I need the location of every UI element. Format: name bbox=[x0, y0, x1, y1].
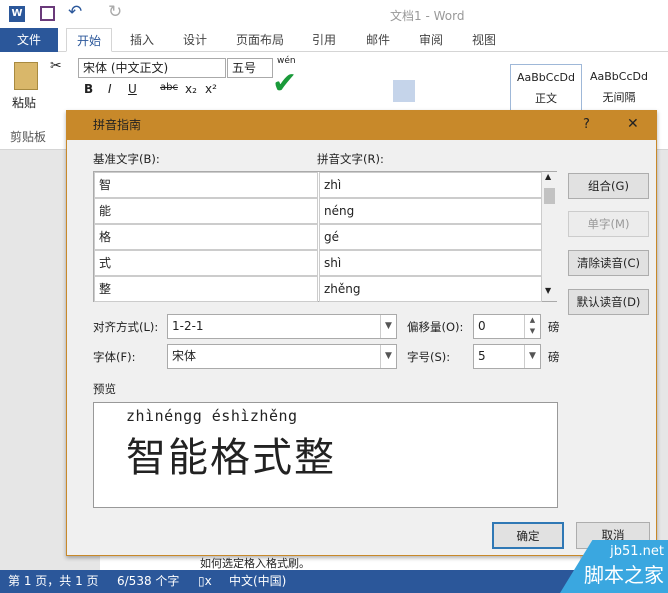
alignment-label: 对齐方式(L): bbox=[93, 320, 159, 334]
strikethrough-button[interactable]: abc bbox=[160, 82, 178, 93]
offset-unit: 磅 bbox=[548, 320, 560, 334]
ruby-cell[interactable]: shì bbox=[319, 250, 542, 276]
alignment-value: 1-2-1 bbox=[172, 319, 204, 333]
ruby-cell[interactable]: néng bbox=[319, 198, 542, 224]
ok-button[interactable]: 确定 bbox=[492, 522, 564, 549]
redo-button[interactable]: ↻ bbox=[108, 2, 122, 22]
group-button[interactable]: 组合(G) bbox=[568, 173, 649, 199]
close-button[interactable]: ✕ bbox=[627, 116, 639, 132]
preview-box: zhìnéngg éshìzhěng 智能格式整 bbox=[93, 402, 558, 508]
base-text-label: 基准文字(B): bbox=[93, 152, 160, 166]
tab-mailings[interactable]: 邮件 bbox=[366, 28, 390, 52]
cut-icon[interactable]: ✂ bbox=[50, 58, 62, 74]
ruby-cell[interactable]: zhì bbox=[319, 172, 542, 198]
ribbon-tabs: 文件 开始 插入 设计 页面布局 引用 邮件 审阅 视图 bbox=[0, 28, 668, 52]
offset-spinner[interactable]: 0 ▲ ▼ bbox=[473, 314, 541, 339]
phonetic-grid: 智 zhì 能 néng 格 gé 式 shì 整 zhěng ▲ ▼ bbox=[93, 171, 557, 302]
default-reading-button[interactable]: 默认读音(D) bbox=[568, 289, 649, 315]
undo-button[interactable]: ↶ bbox=[68, 2, 82, 22]
word-icon: W bbox=[9, 6, 25, 22]
font-size-value: 五号 bbox=[232, 61, 257, 75]
scroll-down-icon[interactable]: ▼ bbox=[545, 286, 551, 295]
grid-scrollbar[interactable]: ▲ ▼ bbox=[542, 172, 557, 301]
alignment-select[interactable]: 1-2-1 ▼ bbox=[167, 314, 397, 339]
bold-button[interactable]: B bbox=[84, 82, 93, 96]
language[interactable]: 中文(中国) bbox=[229, 570, 286, 593]
help-button[interactable]: ? bbox=[583, 117, 590, 132]
base-cell[interactable]: 整 bbox=[94, 276, 318, 302]
size-value: 5 bbox=[478, 349, 486, 363]
tab-design[interactable]: 设计 bbox=[183, 28, 207, 52]
tab-review[interactable]: 审阅 bbox=[419, 28, 443, 52]
ruby-cell[interactable]: zhěng bbox=[319, 276, 542, 302]
chevron-down-icon: ▼ bbox=[380, 315, 396, 338]
proofing-icon[interactable]: ▯x bbox=[198, 570, 212, 593]
style-normal-label: 正文 bbox=[535, 92, 557, 105]
style-no-spacing[interactable]: AaBbCcDd 无间隔 bbox=[584, 64, 654, 114]
mono-button[interactable]: 单字(M) bbox=[568, 211, 649, 237]
tab-layout[interactable]: 页面布局 bbox=[236, 28, 284, 52]
tab-references[interactable]: 引用 bbox=[312, 28, 336, 52]
preview-ruby: zhìnéngg éshìzhěng bbox=[126, 407, 298, 425]
size-unit: 磅 bbox=[548, 350, 560, 364]
style-normal[interactable]: AaBbCcDd 正文 bbox=[510, 64, 582, 114]
font-value: 宋体 bbox=[172, 349, 197, 363]
base-cell[interactable]: 智 bbox=[94, 172, 318, 198]
font-select[interactable]: 宋体 ▼ bbox=[167, 344, 397, 369]
page-count[interactable]: 第 1 页，共 1 页 bbox=[8, 570, 99, 593]
base-cell[interactable]: 格 bbox=[94, 224, 318, 250]
tab-file[interactable]: 文件 bbox=[0, 28, 58, 52]
phonetic-guide-dialog: 拼音指南 ? ✕ 基准文字(B): 拼音文字(R): 智 zhì 能 néng … bbox=[66, 110, 657, 556]
justify-button[interactable] bbox=[393, 80, 415, 102]
title-bar: W ↶ ↻ 文档1 - Word bbox=[0, 0, 668, 28]
preview-text: 智能格式整 bbox=[126, 435, 336, 481]
offset-value: 0 bbox=[478, 319, 486, 333]
size-select[interactable]: 5 ▼ bbox=[473, 344, 541, 369]
style-no-spacing-preview: AaBbCcDd bbox=[590, 70, 648, 83]
save-icon[interactable] bbox=[40, 6, 55, 21]
underline-button[interactable]: U bbox=[128, 82, 137, 96]
font-name-value: 宋体 (中文正文) bbox=[83, 61, 169, 75]
spinner-icon[interactable]: ▲ ▼ bbox=[524, 315, 540, 338]
superscript-button[interactable]: x² bbox=[205, 82, 217, 96]
base-cell[interactable]: 能 bbox=[94, 198, 318, 224]
clear-reading-button[interactable]: 清除读音(C) bbox=[568, 250, 649, 276]
dialog-title: 拼音指南 bbox=[67, 111, 656, 140]
document-text: 如何选定格入格式刷。 bbox=[200, 557, 310, 570]
paste-label[interactable]: 粘贴 bbox=[12, 94, 36, 111]
offset-label: 偏移量(O): bbox=[407, 320, 464, 334]
clipboard-group-label: 剪贴板 bbox=[10, 130, 47, 144]
paste-icon[interactable] bbox=[14, 62, 38, 90]
size-label: 字号(S): bbox=[407, 350, 451, 364]
chevron-down-icon: ▼ bbox=[380, 345, 396, 368]
preview-label: 预览 bbox=[93, 382, 116, 396]
ruby-text-label: 拼音文字(R): bbox=[317, 152, 384, 166]
scroll-thumb[interactable] bbox=[544, 188, 555, 204]
style-normal-preview: AaBbCcDd bbox=[517, 71, 575, 84]
font-label: 字体(F): bbox=[93, 350, 136, 364]
phonetic-guide-button[interactable]: wén bbox=[277, 56, 296, 66]
tab-insert[interactable]: 插入 bbox=[130, 28, 154, 52]
italic-button[interactable]: I bbox=[108, 82, 112, 96]
style-no-spacing-label: 无间隔 bbox=[602, 91, 636, 104]
tab-view[interactable]: 视图 bbox=[472, 28, 496, 52]
window-title: 文档1 - Word bbox=[390, 9, 465, 23]
font-size-select[interactable]: 五号 bbox=[227, 58, 273, 78]
subscript-button[interactable]: x₂ bbox=[185, 82, 197, 96]
word-count[interactable]: 6/538 个字 bbox=[117, 570, 179, 593]
font-name-select[interactable]: 宋体 (中文正文) bbox=[78, 58, 226, 78]
ruby-cell[interactable]: gé bbox=[319, 224, 542, 250]
chevron-down-icon: ▼ bbox=[524, 345, 540, 368]
tab-home[interactable]: 开始 bbox=[66, 28, 112, 52]
checkmark-icon: ✔ bbox=[272, 66, 298, 101]
dialog-title-text: 拼音指南 bbox=[93, 118, 142, 132]
base-cell[interactable]: 式 bbox=[94, 250, 318, 276]
scroll-up-icon[interactable]: ▲ bbox=[545, 172, 551, 181]
